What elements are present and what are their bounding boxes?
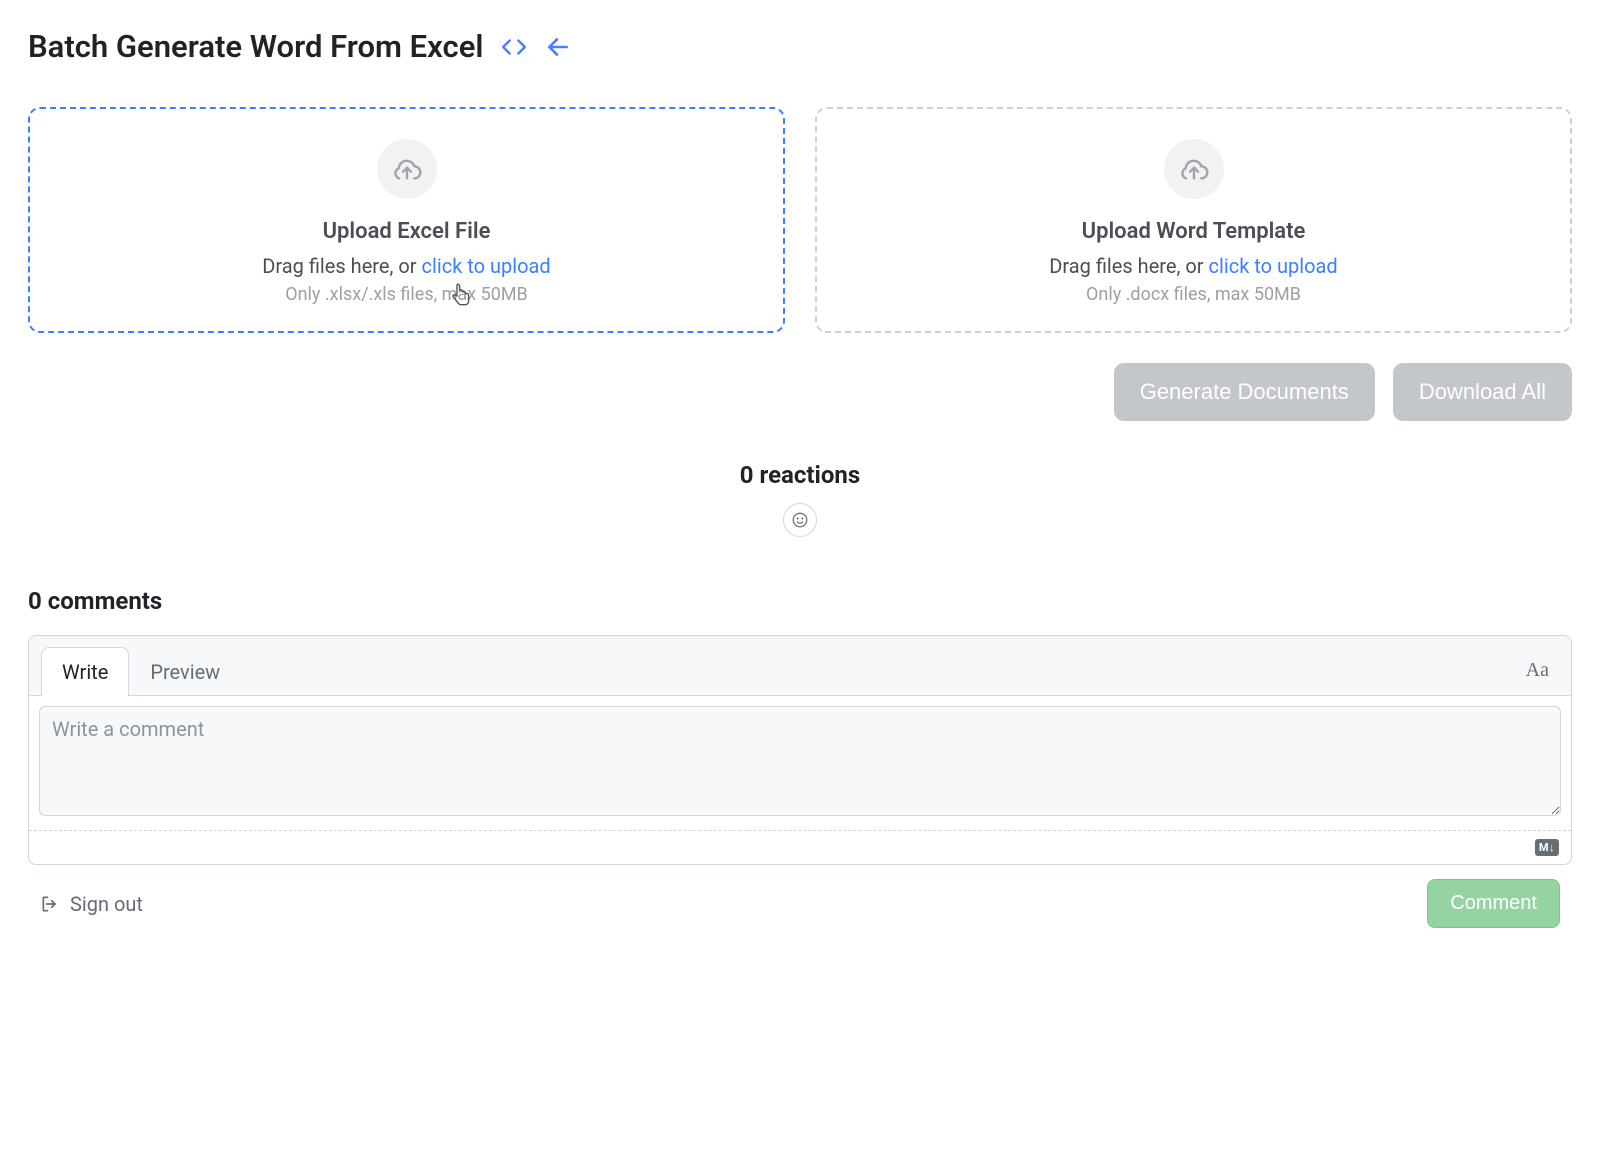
sign-out-label: Sign out bbox=[70, 892, 143, 916]
comment-editor: Write Preview Aa M↓ bbox=[28, 635, 1572, 865]
page-title: Batch Generate Word From Excel bbox=[28, 28, 483, 65]
comment-textarea-wrap bbox=[29, 695, 1571, 830]
tab-preview[interactable]: Preview bbox=[129, 647, 241, 696]
tab-write[interactable]: Write bbox=[41, 647, 129, 696]
upload-excel-title: Upload Excel File bbox=[50, 219, 763, 244]
cloud-upload-icon bbox=[377, 139, 437, 199]
comment-footer: Sign out Comment bbox=[28, 865, 1572, 938]
code-icon[interactable] bbox=[501, 34, 527, 60]
markdown-hint-row: M↓ bbox=[29, 830, 1571, 864]
upload-excel-drag-text: Drag files here, or bbox=[262, 254, 421, 278]
download-all-button[interactable]: Download All bbox=[1393, 363, 1572, 421]
sign-out-icon bbox=[40, 894, 60, 914]
upload-excel-hint: Only .xlsx/.xls files, max 50MB bbox=[50, 284, 763, 305]
back-arrow-icon[interactable] bbox=[545, 34, 571, 60]
upload-word-link[interactable]: click to upload bbox=[1209, 254, 1338, 278]
upload-word-dropzone[interactable]: Upload Word Template Drag files here, or… bbox=[815, 107, 1572, 333]
action-row: Generate Documents Download All bbox=[28, 363, 1572, 421]
cloud-upload-icon bbox=[1164, 139, 1224, 199]
comment-tabs: Write Preview Aa bbox=[29, 636, 1571, 695]
upload-excel-link[interactable]: click to upload bbox=[422, 254, 551, 278]
smiley-icon bbox=[791, 511, 809, 529]
upload-excel-sub: Drag files here, or click to upload bbox=[50, 254, 763, 278]
comment-submit-button[interactable]: Comment bbox=[1427, 879, 1560, 928]
upload-word-drag-text: Drag files here, or bbox=[1049, 254, 1208, 278]
upload-excel-dropzone[interactable]: Upload Excel File Drag files here, or cl… bbox=[28, 107, 785, 333]
markdown-icon[interactable]: M↓ bbox=[1535, 839, 1559, 856]
upload-row: Upload Excel File Drag files here, or cl… bbox=[28, 107, 1572, 333]
comments-heading: 0 comments bbox=[28, 587, 1572, 615]
page-header: Batch Generate Word From Excel bbox=[28, 28, 1572, 65]
sign-out-link[interactable]: Sign out bbox=[40, 892, 143, 916]
text-style-icon[interactable]: Aa bbox=[1526, 659, 1559, 682]
reactions-count: 0 reactions bbox=[28, 461, 1572, 489]
add-reaction-button[interactable] bbox=[783, 503, 817, 537]
upload-word-title: Upload Word Template bbox=[837, 219, 1550, 244]
generate-documents-button[interactable]: Generate Documents bbox=[1114, 363, 1375, 421]
upload-word-hint: Only .docx files, max 50MB bbox=[837, 284, 1550, 305]
comment-textarea[interactable] bbox=[39, 706, 1561, 816]
upload-word-sub: Drag files here, or click to upload bbox=[837, 254, 1550, 278]
reactions-section: 0 reactions bbox=[28, 461, 1572, 537]
